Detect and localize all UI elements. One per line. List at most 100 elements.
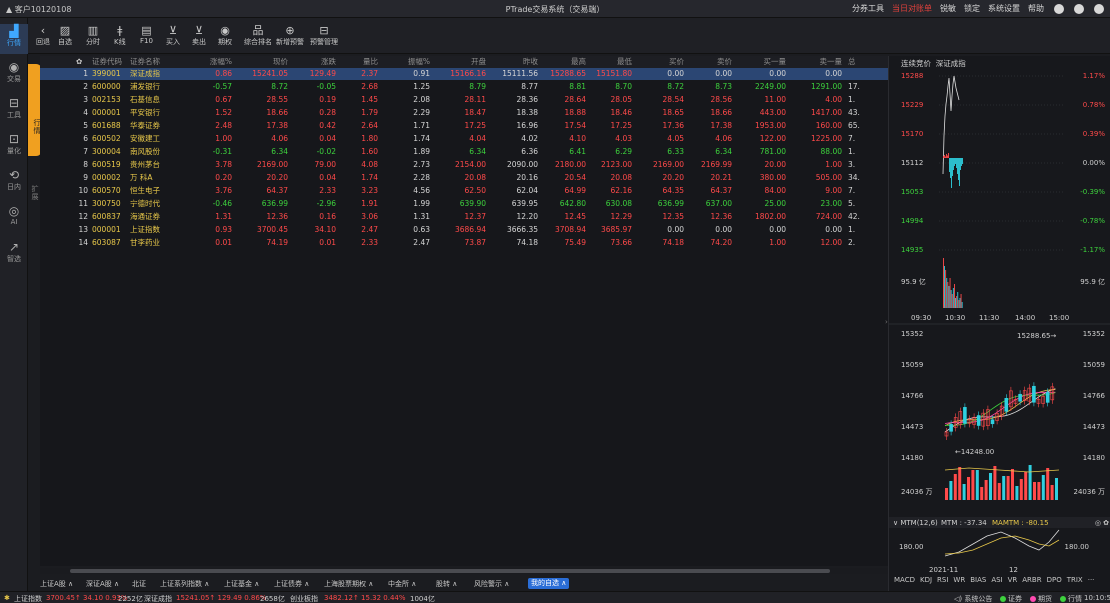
toolbar-option-button[interactable]: ◉ 期权: [218, 24, 232, 47]
pin-icon[interactable]: ✱: [4, 594, 10, 602]
minimize-icon[interactable]: [1054, 3, 1064, 14]
column-header[interactable]: 证券代码: [92, 56, 132, 68]
restore-icon[interactable]: [1074, 3, 1084, 14]
indicator-tab-6[interactable]: VR: [1008, 576, 1018, 584]
column-header[interactable]: 买一量: [736, 56, 787, 68]
settings-gear-icon[interactable]: ✿: [76, 56, 82, 68]
column-header[interactable]: 卖价: [686, 56, 732, 68]
sidebar-item-5[interactable]: ◎ AI: [0, 204, 28, 234]
toolbar-timeshare-button[interactable]: ▥ 分时: [86, 24, 100, 47]
sidebar-item-0[interactable]: ▟ 行情: [0, 24, 28, 54]
column-header[interactable]: 最高: [540, 56, 586, 68]
column-header[interactable]: 开盘: [436, 56, 486, 68]
indicator-tab-4[interactable]: BIAS: [970, 576, 986, 584]
intraday-price-tick: 14935: [901, 246, 923, 254]
column-header[interactable]: 总: [848, 56, 874, 68]
table-row[interactable]: 12 600837 海通证券 1.31 12.36 0.16 3.06 1.31 12.37 12…: [40, 211, 888, 223]
toolbar-alert-manage-button[interactable]: ⊟ 预警管理: [310, 24, 338, 47]
cell-amp: 0.91: [413, 69, 430, 78]
toolbar-buy-button[interactable]: ⊻ 买入: [166, 24, 180, 47]
column-header[interactable]: 卖一量: [794, 56, 843, 68]
market-tab-6[interactable]: 上海股票期权 ∧: [324, 579, 373, 589]
indicator-tab-10[interactable]: ···: [1088, 576, 1095, 584]
table-row[interactable]: 13 000001 上证指数 0.93 3700.45 34.10 2.47 0.63 3686…: [40, 224, 888, 236]
toolbar-back-button[interactable]: ‹ 回退: [36, 24, 50, 47]
cell-askv: 724.00: [815, 212, 842, 221]
column-header[interactable]: 证券名称: [130, 56, 170, 68]
toolbar-sell-button[interactable]: ⊻ 卖出: [192, 24, 206, 47]
market-tab-1[interactable]: 深证A股 ∧: [86, 579, 119, 589]
toolbar-f10-button[interactable]: ▤ F10: [140, 24, 153, 45]
titlebar-item-2[interactable]: 锐敏: [940, 3, 956, 14]
titlebar-item-5[interactable]: 帮助: [1028, 3, 1044, 14]
time-axis-label: 10:30: [945, 314, 965, 322]
table-row[interactable]: 9 000002 万 科A 0.20 20.20 0.04 1.74 2.28 20.08 20.…: [40, 172, 888, 184]
sidebar-item-1[interactable]: ◉ 交易: [0, 60, 28, 90]
intraday-price-tick: 15288: [901, 72, 923, 80]
indicator-tab-9[interactable]: TRIX: [1067, 576, 1083, 584]
intraday-diff-bar: [943, 156, 944, 158]
column-header[interactable]: 买价: [640, 56, 684, 68]
table-row[interactable]: 4 000001 平安银行 1.52 18.66 0.28 1.79 2.29 18.47 18.…: [40, 107, 888, 119]
table-row[interactable]: 11 300750 宁德时代 -0.46 636.99 -2.96 1.91 1.99 639.…: [40, 198, 888, 210]
market-tab-7[interactable]: 中金所 ∧: [388, 579, 416, 589]
indicator-tab-5[interactable]: ASI: [991, 576, 1002, 584]
indicator-tab-2[interactable]: RSI: [937, 576, 948, 584]
horizontal-scrollbar[interactable]: [40, 568, 888, 574]
column-header[interactable]: 昨收: [492, 56, 538, 68]
column-header[interactable]: 振幅%: [390, 56, 430, 68]
market-tab-5[interactable]: 上证债券 ∧: [274, 579, 309, 589]
column-header[interactable]: 现价: [242, 56, 288, 68]
toolbar-ranking-button[interactable]: 品综合排名: [244, 24, 272, 47]
market-tab-2[interactable]: 北证: [132, 579, 146, 589]
table-row[interactable]: 6 600502 安徽建工 1.00 4.06 0.04 1.80 1.74 4.04 4.02 4…: [40, 133, 888, 145]
sidebar-item-4[interactable]: ⟲ 日内: [0, 168, 28, 198]
indicator-tab-8[interactable]: DPO: [1047, 576, 1062, 584]
column-header[interactable]: 量比: [338, 56, 378, 68]
cell-extra: 65.: [848, 121, 860, 130]
intraday-price-tick: 15053: [901, 188, 923, 196]
system-notice[interactable]: ◁) 系统公告: [954, 594, 992, 603]
indicator-tab-1[interactable]: KDJ: [920, 576, 932, 584]
titlebar-item-4[interactable]: 系统设置: [988, 3, 1020, 14]
sidebar-item-2[interactable]: ⊟ 工具: [0, 96, 28, 126]
market-tab-10[interactable]: 我的自选 ∧: [528, 578, 570, 589]
toolbar-add-alert-button[interactable]: ⊕ 新增预警: [276, 24, 304, 47]
market-tab-9[interactable]: 风险警示 ∧: [474, 579, 509, 589]
indicator-tab-0[interactable]: MACD: [894, 576, 915, 584]
column-header[interactable]: 涨跌: [292, 56, 336, 68]
market-tab-3[interactable]: 上证系列指数 ∧: [160, 579, 209, 589]
table-row[interactable]: 7 300004 南风股份 -0.31 6.34 -0.02 1.60 1.89 6.34 6.3…: [40, 146, 888, 158]
titlebar-item-1[interactable]: 当日对账单: [892, 3, 932, 14]
status-dot-icon: [1030, 596, 1036, 602]
market-tab-4[interactable]: 上证基金 ∧: [224, 579, 259, 589]
cell-high: 2180.00: [554, 160, 586, 169]
table-row[interactable]: 10 600570 恒生电子 3.76 64.37 2.33 3.23 4.56 62.50 62…: [40, 185, 888, 197]
sidebar-item-3[interactable]: ⊡ 量化: [0, 132, 28, 162]
account-label[interactable]: ▲ 客户10120108: [6, 4, 71, 15]
indicator-tab-7[interactable]: ARBR: [1022, 576, 1041, 584]
sidebar-item-6[interactable]: ↗ 智选: [0, 240, 28, 270]
column-header[interactable]: 涨幅%: [192, 56, 232, 68]
market-tab-8[interactable]: 股转 ∧: [436, 579, 457, 589]
table-row[interactable]: 2 600000 浦发银行 -0.57 8.72 -0.05 2.68 1.25 8.79 8.7…: [40, 81, 888, 93]
table-row[interactable]: 1 399001 深证成指 0.86 15241.05 129.49 2.37 0.91 151…: [40, 68, 888, 80]
titlebar-item-3[interactable]: 锁定: [964, 3, 980, 14]
cell-pct: -0.57: [212, 82, 232, 91]
cell-vr: 2.47: [361, 225, 378, 234]
kline-price-tick: 14180: [901, 454, 923, 462]
column-header[interactable]: 最低: [586, 56, 632, 68]
table-row[interactable]: 3 002153 石基信息 0.67 28.55 0.19 1.45 2.08 28.11 28.…: [40, 94, 888, 106]
toolbar-kline-button[interactable]: ǂ K线: [114, 24, 126, 47]
close-icon[interactable]: [1094, 3, 1104, 14]
table-row[interactable]: 14 603087 甘李药业 0.01 74.19 0.01 2.33 2.47 73.87 74…: [40, 237, 888, 249]
titlebar-item-0[interactable]: 分券工具: [852, 3, 884, 14]
scrollbar-thumb[interactable]: [70, 569, 830, 573]
indicator-tab-3[interactable]: WR: [953, 576, 965, 584]
market-tab-0[interactable]: 上证A股 ∧: [40, 579, 73, 589]
table-row[interactable]: 5 601688 华泰证券 2.48 17.38 0.42 2.64 1.71 17.25 16.…: [40, 120, 888, 132]
table-row[interactable]: 8 600519 贵州茅台 3.78 2169.00 79.00 4.08 2.73 2154.…: [40, 159, 888, 171]
toolbar-favorite-button[interactable]: ▨ 自选: [58, 24, 72, 47]
tab-expand[interactable]: 扩展: [28, 178, 40, 208]
cell-high: 3708.94: [554, 225, 586, 234]
